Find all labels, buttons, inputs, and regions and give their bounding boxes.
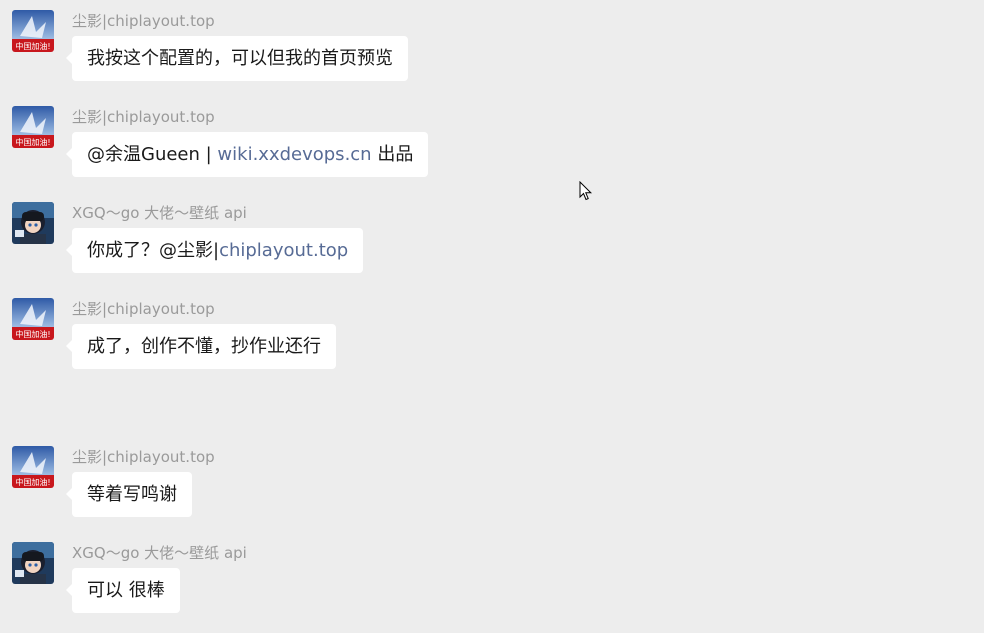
message-bubble[interactable]: @余温Gueen | wiki.xxdevops.cn 出品	[65, 132, 429, 177]
china-banner-avatar-icon: 中国加油!	[12, 106, 54, 148]
avatar[interactable]: 中国加油!	[12, 10, 54, 52]
message-text: 成了，创作不懂，抄作业还行	[87, 336, 321, 357]
message-text: 你成了？@尘影|	[87, 240, 220, 261]
message-bubble[interactable]: 成了，创作不懂，抄作业还行	[66, 324, 336, 369]
avatar-badge-text: 中国加油!	[15, 137, 50, 147]
message-row: 中国加油! 尘影|chiplayout.top 我按这个配置的，可以但我的首页预…	[12, 10, 408, 81]
message-row: 中国加油! 尘影|chiplayout.top 等着写鸣谢	[12, 446, 215, 517]
avatar[interactable]	[12, 202, 54, 244]
sender-name: XGQ～go 大佬～壁纸 api	[72, 204, 247, 222]
message-text: 出品	[371, 144, 414, 165]
avatar[interactable]: 中国加油!	[12, 446, 54, 488]
avatar[interactable]: 中国加油!	[12, 106, 54, 148]
message-bubble[interactable]: 我按这个配置的，可以但我的首页预览	[66, 36, 408, 81]
message-text: @余温Gueen |	[87, 144, 218, 165]
chat-message-list[interactable]: 中国加油! 尘影|chiplayout.top 我按这个配置的，可以但我的首页预…	[0, 0, 984, 633]
sender-name: 尘影|chiplayout.top	[72, 300, 215, 318]
sender-name: 尘影|chiplayout.top	[72, 12, 215, 30]
mouse-cursor-icon	[579, 181, 593, 201]
message-bubble[interactable]: 等着写鸣谢	[66, 472, 192, 517]
message-bubble[interactable]: 你成了？@尘影|chiplayout.top	[65, 228, 364, 273]
sender-name: XGQ～go 大佬～壁纸 api	[72, 544, 247, 562]
china-banner-avatar-icon: 中国加油!	[12, 10, 54, 52]
sender-name: 尘影|chiplayout.top	[72, 448, 215, 466]
china-banner-avatar-icon: 中国加油!	[12, 298, 54, 340]
message-text: 可以 很棒	[87, 580, 165, 601]
message-link[interactable]: wiki.xxdevops.cn	[217, 144, 371, 165]
avatar[interactable]: 中国加油!	[12, 298, 54, 340]
avatar-badge-text: 中国加油!	[15, 477, 50, 487]
avatar-badge-text: 中国加油!	[15, 41, 50, 51]
message-link[interactable]: chiplayout.top	[219, 240, 348, 261]
message-row: 中国加油! 尘影|chiplayout.top @余温Gueen | wiki.…	[12, 106, 429, 177]
sender-name: 尘影|chiplayout.top	[72, 108, 215, 126]
message-bubble[interactable]: 可以 很棒	[66, 568, 180, 613]
message-row: 中国加油! 尘影|chiplayout.top 成了，创作不懂，抄作业还行	[12, 298, 336, 369]
message-text: 我按这个配置的，可以但我的首页预览	[87, 48, 393, 69]
anime-character-avatar-icon	[12, 542, 54, 584]
avatar-badge-text: 中国加油!	[15, 329, 50, 339]
message-row: XGQ～go 大佬～壁纸 api 可以 很棒	[12, 542, 247, 613]
message-text: 等着写鸣谢	[87, 484, 177, 505]
china-banner-avatar-icon: 中国加油!	[12, 446, 54, 488]
message-row: XGQ～go 大佬～壁纸 api 你成了？@尘影|chiplayout.top	[12, 202, 364, 273]
avatar[interactable]	[12, 542, 54, 584]
anime-character-avatar-icon	[12, 202, 54, 244]
